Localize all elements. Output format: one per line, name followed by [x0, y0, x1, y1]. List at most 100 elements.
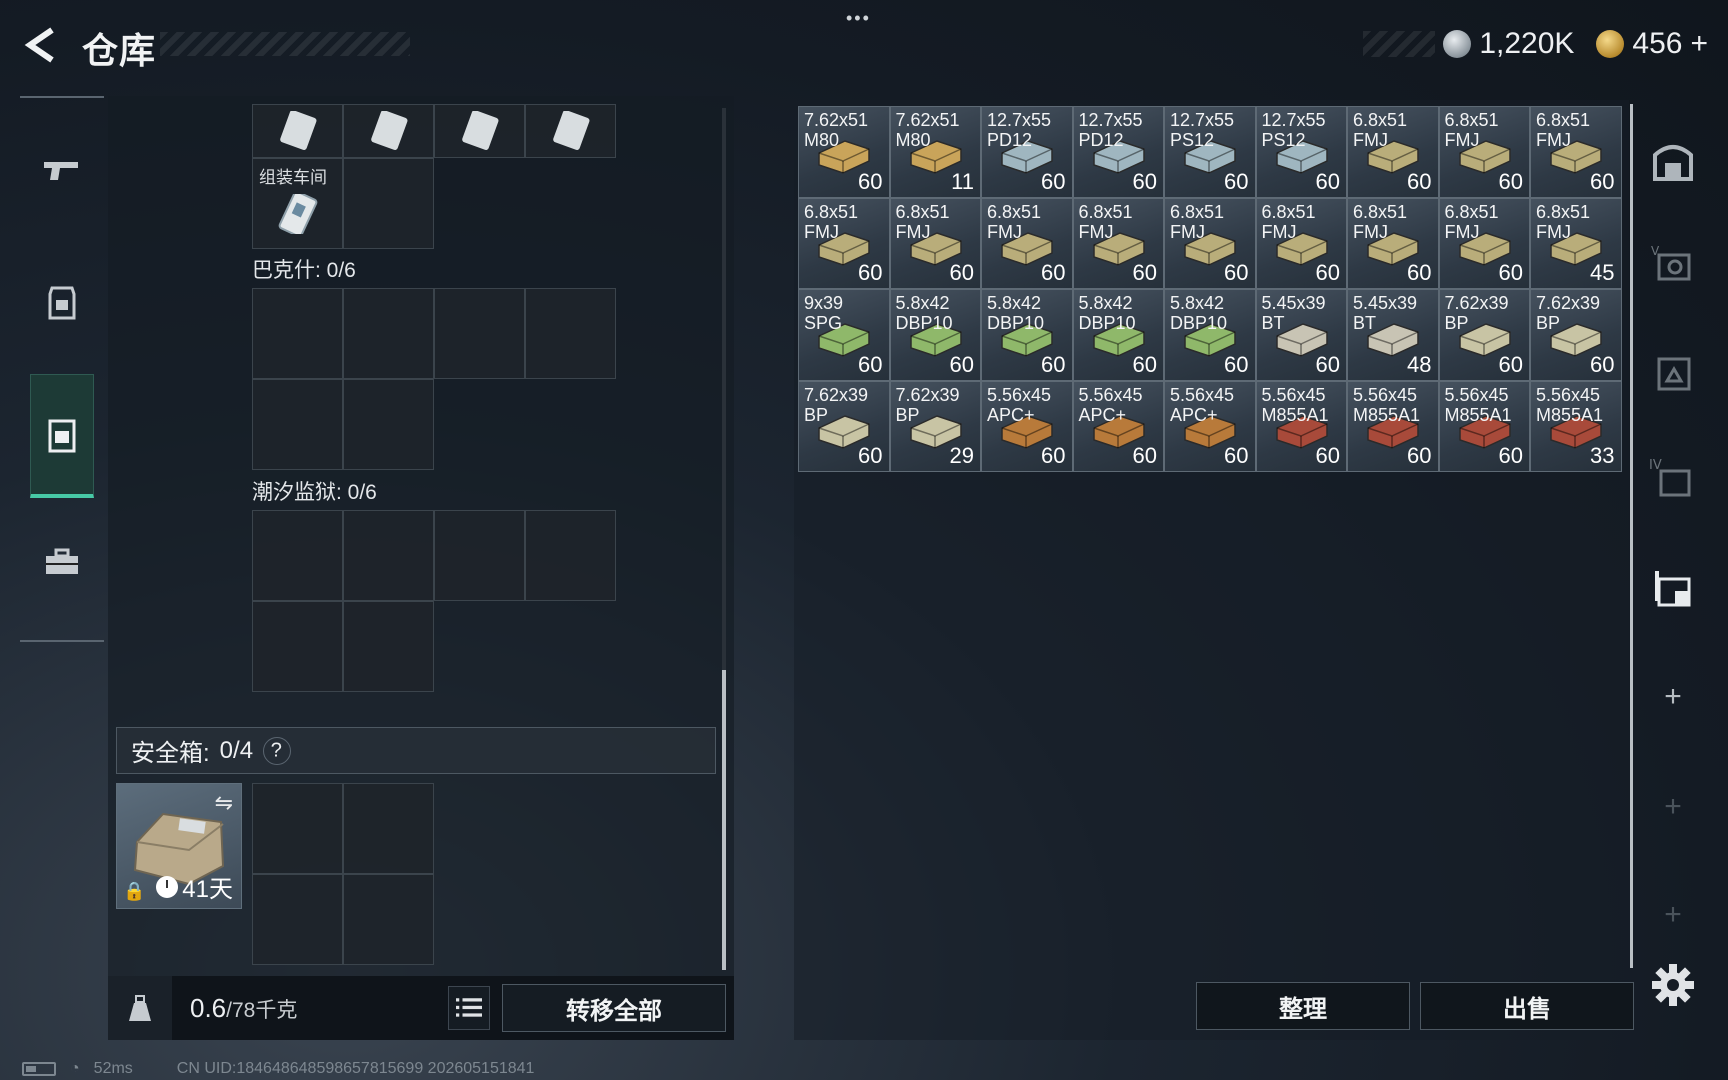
ammo-slot[interactable]: 6.8x51 FMJ 60 — [1438, 106, 1530, 198]
grid-cell[interactable] — [525, 104, 616, 158]
ammo-slot[interactable]: 7.62x39 BP 60 — [798, 380, 890, 472]
safebox-timer: 41天 — [156, 869, 233, 904]
grid-cell[interactable] — [343, 874, 434, 965]
grid-cell[interactable] — [343, 379, 434, 470]
nav-weapons[interactable] — [20, 110, 104, 230]
gold-coin-icon — [1596, 30, 1625, 58]
ammo-slot[interactable]: 7.62x51 M80 60 — [798, 106, 890, 198]
grid-cell[interactable] — [343, 510, 434, 601]
stash-tab-active[interactable] — [1644, 560, 1702, 618]
ammo-slot[interactable]: 12.7x55 PS12 60 — [1164, 106, 1256, 198]
stash-tab-4[interactable]: IV — [1644, 450, 1702, 508]
ammo-caliber: 7.62x51 M80 — [895, 110, 960, 150]
ammo-caliber: 7.62x39 BP — [804, 384, 869, 425]
ammo-slot[interactable]: 5.8x42 DBP10 60 — [1072, 289, 1164, 381]
more-options-icon[interactable]: ••• — [846, 8, 871, 29]
grid-cell[interactable] — [252, 288, 343, 379]
ammo-caliber: 6.8x51 FMJ — [1353, 201, 1408, 242]
ammo-slot[interactable]: 5.56x45 M855A1 33 — [1530, 380, 1622, 472]
grid-cell[interactable] — [343, 158, 434, 249]
ammo-slot[interactable]: 5.56x45 M855A1 60 — [1347, 380, 1439, 472]
ammo-slot[interactable]: 6.8x51 FMJ 60 — [1438, 197, 1530, 289]
ammo-caliber: 6.8x51 FMJ — [1170, 201, 1225, 242]
ammo-caliber: 6.8x51 FMJ — [987, 201, 1042, 242]
grid-cell[interactable] — [434, 510, 525, 601]
ammo-caliber: 5.56x45 M855A1 — [1353, 384, 1421, 425]
ammo-slot[interactable]: 6.8x51 FMJ 60 — [1347, 197, 1439, 289]
ammo-slot[interactable]: 12.7x55 PD12 60 — [1072, 106, 1164, 198]
stash-tab-main[interactable] — [1644, 132, 1702, 190]
ammo-slot[interactable]: 6.8x51 FMJ 60 — [1072, 197, 1164, 289]
ammo-slot[interactable]: 5.56x45 APC+ 60 — [1164, 380, 1256, 472]
container-scrollbar-thumb[interactable] — [722, 670, 726, 970]
grid-cell[interactable] — [252, 783, 343, 874]
ammo-slot[interactable]: 6.8x51 FMJ 45 — [1530, 197, 1622, 289]
ammo-slot[interactable]: 7.62x39 BP 29 — [889, 380, 981, 472]
grid-cell[interactable] — [343, 783, 434, 874]
top-bar: 仓库 ••• 1,220K 456 + — [0, 0, 1728, 90]
grid-cell[interactable] — [343, 104, 434, 158]
ammo-slot[interactable]: 5.8x42 DBP10 60 — [981, 289, 1073, 381]
ammo-slot[interactable]: 5.56x45 APC+ 60 — [1072, 380, 1164, 472]
ammo-caliber: 5.45x39 BT — [1261, 293, 1326, 333]
nav-backpack[interactable] — [30, 374, 94, 498]
ammo-slot[interactable]: 6.8x51 FMJ 60 — [1347, 106, 1439, 198]
ammo-slot[interactable]: 6.8x51 FMJ 60 — [1530, 106, 1622, 198]
stash-scrollbar[interactable] — [1630, 104, 1633, 968]
stash-tab-5[interactable]: V — [1644, 236, 1702, 294]
add-currency-button[interactable]: + — [1690, 27, 1708, 61]
grid-cell[interactable] — [252, 104, 343, 158]
safebox-timer-value: 41天 — [182, 876, 233, 903]
grid-cell[interactable] — [252, 874, 343, 965]
ammo-slot[interactable]: 6.8x51 FMJ 60 — [1164, 197, 1256, 289]
sort-button[interactable]: 整理 — [1196, 982, 1410, 1030]
workshop-grid: 组装车间 — [252, 158, 616, 249]
ammo-caliber: 12.7x55 PD12 — [987, 110, 1052, 150]
ammo-slot[interactable]: 5.8x42 DBP10 60 — [1164, 289, 1256, 381]
safebox-help-button[interactable]: ? — [257, 730, 297, 771]
grid-cell[interactable] — [252, 379, 343, 470]
ammo-caliber: 12.7x55 PS12 — [1261, 110, 1326, 150]
grid-cell[interactable] — [434, 288, 525, 379]
nav-toolbox[interactable] — [20, 502, 104, 622]
add-stash-page-icon[interactable]: + — [1644, 886, 1702, 944]
ammo-slot[interactable]: 5.56x45 M855A1 60 — [1255, 380, 1347, 472]
safebox-item[interactable]: ⇋ 🔒 41天 — [116, 783, 242, 909]
nav-equipment[interactable] — [20, 242, 104, 362]
grid-cell[interactable] — [343, 288, 434, 379]
grid-cell[interactable] — [252, 510, 343, 601]
grid-cell[interactable] — [343, 601, 434, 692]
ammo-caliber: 5.8x42 DBP10 — [987, 293, 1045, 333]
back-arrow-icon[interactable] — [22, 26, 58, 64]
ammo-slot[interactable]: 7.62x39 BP 60 — [1530, 289, 1622, 381]
add-stash-page-icon[interactable]: + — [1644, 778, 1702, 836]
grid-cell[interactable] — [525, 510, 616, 601]
ammo-slot[interactable]: 9x39 SPG 60 — [798, 289, 890, 381]
ammo-slot[interactable]: 5.45x39 BT 48 — [1347, 289, 1439, 381]
ammo-slot[interactable]: 5.56x45 M855A1 60 — [1438, 380, 1530, 472]
ammo-slot[interactable]: 7.62x51 M80 11 — [889, 106, 981, 198]
ammo-slot[interactable]: 6.8x51 FMJ 60 — [981, 197, 1073, 289]
ammo-slot[interactable]: 6.8x51 FMJ 60 — [889, 197, 981, 289]
ammo-slot[interactable]: 5.8x42 DBP10 60 — [889, 289, 981, 381]
add-stash-page-icon[interactable]: + — [1644, 668, 1702, 726]
transfer-all-button[interactable]: 转移全部 — [502, 984, 726, 1032]
toolbox-icon — [46, 548, 78, 574]
tidal-prison-grid — [252, 510, 616, 692]
ammo-slot[interactable]: 6.8x51 FMJ 60 — [798, 197, 890, 289]
ammo-slot[interactable]: 6.8x51 FMJ 60 — [1255, 197, 1347, 289]
ammo-slot[interactable]: 5.56x45 APC+ 60 — [981, 380, 1073, 472]
ammo-slot[interactable]: 7.62x39 BP 60 — [1438, 289, 1530, 381]
grid-cell[interactable] — [434, 104, 525, 158]
grid-cell[interactable] — [525, 288, 616, 379]
sell-button[interactable]: 出售 — [1420, 982, 1634, 1030]
settings-gear-icon[interactable] — [1650, 962, 1696, 1008]
list-view-button[interactable] — [448, 986, 490, 1030]
ammo-slot[interactable]: 12.7x55 PD12 60 — [981, 106, 1073, 198]
stash-tab-3[interactable] — [1644, 344, 1702, 402]
ammo-slot[interactable]: 5.45x39 BT 60 — [1255, 289, 1347, 381]
ammo-slot[interactable]: 12.7x55 PS12 60 — [1255, 106, 1347, 198]
workshop-keycard[interactable]: 组装车间 — [252, 158, 343, 249]
swap-icon[interactable]: ⇋ — [215, 790, 233, 816]
grid-cell[interactable] — [252, 601, 343, 692]
